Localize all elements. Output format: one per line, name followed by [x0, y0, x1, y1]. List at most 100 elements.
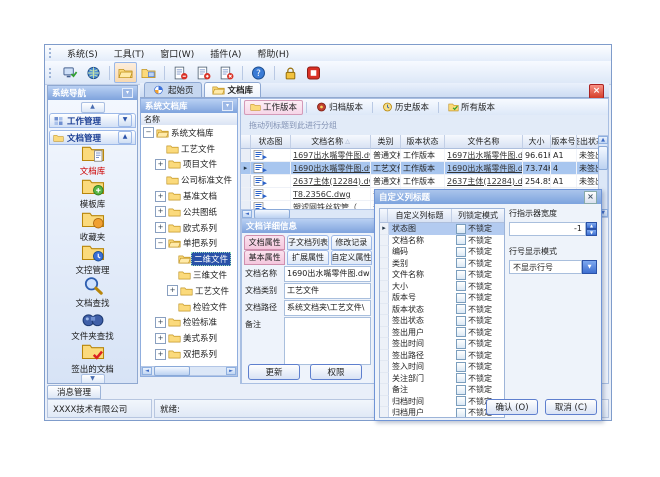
- dialog-close-icon[interactable]: ×: [584, 191, 597, 204]
- tree-node[interactable]: 二维文件: [141, 251, 237, 267]
- help-button[interactable]: ?: [247, 62, 270, 83]
- checkbox-unchecked-icon[interactable]: [456, 281, 466, 291]
- field-value[interactable]: 1690出水嘴零件图.dwg: [284, 266, 371, 282]
- tree-node[interactable]: +公共图纸: [141, 204, 237, 220]
- tree-node[interactable]: +基准文档: [141, 188, 237, 204]
- expand-icon[interactable]: +: [155, 349, 166, 360]
- tree-horizontal-scrollbar[interactable]: ◄ ►: [141, 366, 237, 376]
- field-value[interactable]: 系统文档夹\工艺文件\: [284, 300, 371, 316]
- doc-in-button[interactable]: [192, 62, 215, 83]
- chevron-down-icon[interactable]: ▼: [582, 260, 597, 274]
- lock-mode-header[interactable]: 列锁定模式: [452, 209, 504, 222]
- column-header-状态图[interactable]: 状态图: [251, 135, 291, 149]
- checkbox-unchecked-icon[interactable]: [456, 304, 466, 314]
- checkbox-unchecked-icon[interactable]: [456, 396, 466, 406]
- detail-tab-扩展属性[interactable]: 扩展属性: [287, 250, 328, 265]
- column-header-类别[interactable]: 类别: [371, 135, 401, 149]
- chevron-up-icon[interactable]: ▲: [118, 131, 132, 144]
- checkbox-unchecked-icon[interactable]: [456, 258, 466, 268]
- detail-tab-文档属性[interactable]: 文档属性: [244, 235, 285, 250]
- column-row-签入时间[interactable]: 签入时间不锁定: [380, 361, 504, 373]
- expand-icon[interactable]: +: [155, 191, 166, 202]
- tree-node[interactable]: +检验标准: [141, 315, 237, 331]
- expand-icon[interactable]: +: [155, 317, 166, 328]
- folder-open-button[interactable]: [114, 62, 137, 83]
- confirm-button[interactable]: 确认 (O): [486, 399, 538, 415]
- checkbox-unchecked-icon[interactable]: [456, 350, 466, 360]
- nav-item-文档查找[interactable]: 文档查找: [48, 276, 137, 308]
- folder-view-button[interactable]: [137, 62, 160, 83]
- tree-node[interactable]: −单把系列: [141, 236, 237, 252]
- menu-item[interactable]: 插件(A): [202, 49, 249, 61]
- chevron-down-icon[interactable]: ▼: [118, 114, 132, 127]
- column-row-版本状态[interactable]: 版本状态不锁定: [380, 304, 504, 316]
- table-row[interactable]: 2637主体(12284).dwg普通文档工作版本2637主体(12284).d…: [241, 175, 600, 188]
- checkbox-unchecked-icon[interactable]: [456, 270, 466, 280]
- column-row-关注部门[interactable]: 关注部门不锁定: [380, 373, 504, 385]
- column-row-类别[interactable]: 类别不锁定: [380, 258, 504, 270]
- detail-tab-子文档列表[interactable]: 子文档列表: [287, 235, 328, 250]
- version-tab-所有版本[interactable]: 所有版本: [442, 100, 501, 115]
- nav-group-工作管理[interactable]: 工作管理▼: [49, 113, 136, 128]
- checkbox-unchecked-icon[interactable]: [456, 362, 466, 372]
- row-indicator-value[interactable]: -1: [509, 222, 586, 236]
- checkbox-unchecked-icon[interactable]: [456, 247, 466, 257]
- nav-group-文档管理[interactable]: 文档管理▲: [49, 130, 136, 145]
- checkbox-unchecked-icon[interactable]: [456, 327, 466, 337]
- checkbox-unchecked-icon[interactable]: [456, 293, 466, 303]
- menu-item[interactable]: 系统(S): [59, 49, 106, 61]
- nav-item-模板库[interactable]: 模板库: [48, 177, 137, 209]
- column-header-签出状态[interactable]: 签出状态: [577, 135, 600, 149]
- nav-item-文控管理[interactable]: 文控管理: [48, 243, 137, 275]
- version-tab-归档版本[interactable]: 归档版本: [310, 100, 369, 115]
- pin-icon[interactable]: ▾: [122, 88, 133, 98]
- tree-node[interactable]: +工艺文件: [141, 283, 237, 299]
- detail-tab-修改记录[interactable]: 修改记录: [331, 235, 372, 250]
- message-manage-tab[interactable]: 消息管理: [47, 385, 101, 399]
- collapse-icon[interactable]: −: [155, 238, 166, 249]
- spin-down-icon[interactable]: ▼: [586, 229, 597, 236]
- cancel-button[interactable]: 取消 (C): [545, 399, 597, 415]
- column-row-签出用户[interactable]: 签出用户不锁定: [380, 327, 504, 339]
- column-row-状态图[interactable]: ▸状态图不锁定: [380, 223, 504, 235]
- field-value[interactable]: [284, 317, 371, 365]
- expand-icon[interactable]: +: [155, 159, 166, 170]
- menu-item[interactable]: 窗口(W): [152, 49, 202, 61]
- update-button[interactable]: 更新: [248, 364, 300, 380]
- doc-out-button[interactable]: [169, 62, 192, 83]
- checkbox-unchecked-icon[interactable]: [456, 373, 466, 383]
- globe-button[interactable]: [82, 62, 105, 83]
- version-tab-历史版本[interactable]: 历史版本: [376, 100, 435, 115]
- pin-icon[interactable]: ▾: [222, 101, 233, 111]
- menu-item[interactable]: 帮助(H): [249, 49, 297, 61]
- tree-node[interactable]: −系统文档库: [141, 125, 237, 141]
- monitor-check-button[interactable]: [59, 62, 82, 83]
- tree-node[interactable]: 公司标准文件: [141, 172, 237, 188]
- expand-icon[interactable]: +: [155, 333, 166, 344]
- tree-node[interactable]: 工艺文件: [141, 141, 237, 157]
- row-indicator-spinner[interactable]: -1 ▲ ▼: [509, 222, 597, 236]
- column-row-版本号[interactable]: 版本号不锁定: [380, 292, 504, 304]
- nav-item-收藏夹[interactable]: 收藏夹: [48, 210, 137, 242]
- spin-up-icon[interactable]: ▲: [586, 222, 597, 229]
- lock-button[interactable]: [279, 62, 302, 83]
- column-row-编码[interactable]: 编码不锁定: [380, 246, 504, 258]
- dialog-title-bar[interactable]: 自定义列标题 ×: [375, 190, 601, 204]
- version-tab-工作版本[interactable]: 工作版本: [244, 100, 303, 115]
- scroll-thumb[interactable]: [154, 366, 190, 376]
- collapse-icon[interactable]: −: [143, 127, 154, 138]
- menu-item[interactable]: 工具(T): [106, 49, 153, 61]
- column-row-签出路径[interactable]: 签出路径不锁定: [380, 350, 504, 362]
- checkbox-unchecked-icon[interactable]: [456, 224, 466, 234]
- tab-起始页[interactable]: 起始页: [144, 82, 202, 97]
- column-row-签出时间[interactable]: 签出时间不锁定: [380, 338, 504, 350]
- column-header-版本号[interactable]: 版本号: [551, 135, 577, 149]
- column-row-文件名称[interactable]: 文件名称不锁定: [380, 269, 504, 281]
- column-row-备注[interactable]: 备注不锁定: [380, 384, 504, 396]
- row-number-mode-dropdown[interactable]: 不显示行号 ▼: [509, 260, 597, 274]
- scroll-left-icon[interactable]: ◄: [142, 367, 152, 375]
- checkbox-unchecked-icon[interactable]: [456, 316, 466, 326]
- nav-scroll-up-button[interactable]: ▲: [81, 102, 105, 113]
- column-header-文档名称[interactable]: 文档名称△: [291, 135, 371, 149]
- column-header-文件名称[interactable]: 文件名称: [445, 135, 523, 149]
